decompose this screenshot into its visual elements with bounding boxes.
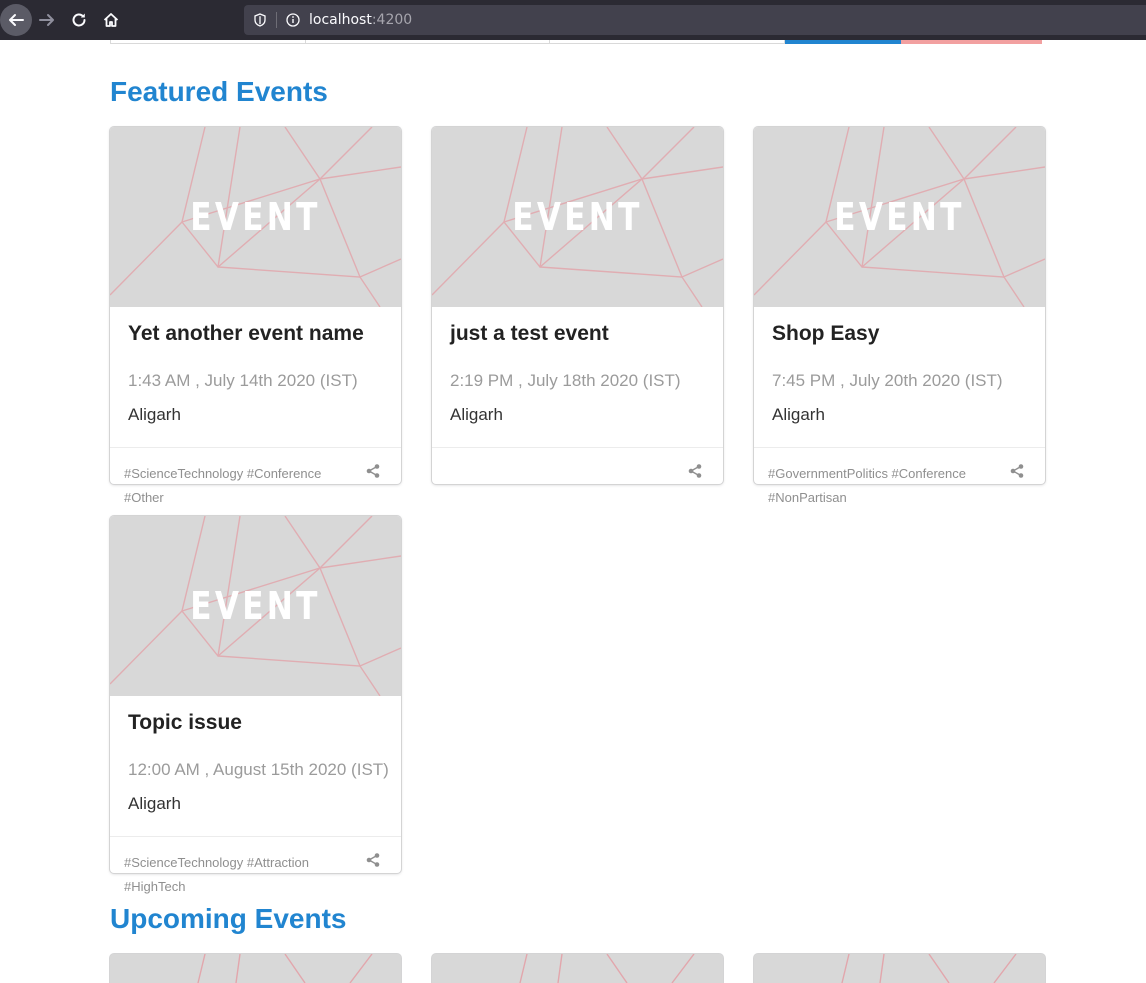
share-icon[interactable] [687,463,703,479]
share-icon[interactable] [365,463,381,479]
featured-events-title: Featured Events [110,76,328,107]
url-port: :4200 [371,12,413,28]
event-tags: #GovernmentPolitics #Conference #NonPart… [768,466,966,505]
address-bar[interactable]: localhost:4200 [244,5,1146,35]
event-placeholder-image: EVENT [110,516,401,696]
url-host: localhost [309,12,372,28]
event-tags: #ScienceTechnology #Attraction #HighTech [124,855,310,894]
event-time: 7:45 PM , July 20th 2020 (IST) [772,371,1003,390]
event-placeholder-text: EVENT [834,195,965,239]
upcoming-event-card[interactable] [110,954,401,983]
reload-icon [72,13,86,27]
arrow-right-icon [39,14,54,26]
upcoming-event-card[interactable] [432,954,723,983]
event-title[interactable]: just a test event [450,322,609,346]
browser-toolbar: localhost:4200 [0,0,1146,40]
upcoming-events-title: Upcoming Events [110,903,347,934]
event-card[interactable]: EVENT Shop Easy 7:45 PM , July 20th 2020… [754,127,1045,505]
share-icon[interactable] [365,852,381,868]
info-icon[interactable] [285,12,301,28]
reload-button[interactable] [63,4,95,36]
card-footer [432,447,723,484]
event-time: 1:43 AM , July 14th 2020 (IST) [128,371,358,390]
url-separator [276,12,277,28]
event-location: Aligarh [128,794,181,813]
event-placeholder-text: EVENT [512,195,643,239]
event-location: Aligarh [128,405,181,424]
home-icon [103,13,119,27]
arrow-left-icon [9,14,24,26]
location-field-edge [306,40,549,44]
forward-button[interactable] [31,4,63,36]
event-placeholder-image: EVENT [432,127,723,307]
event-title[interactable]: Topic issue [128,711,242,735]
event-placeholder-image: EVENT [110,127,401,307]
reset-button-edge[interactable] [901,40,1042,44]
shield-icon[interactable] [252,12,268,28]
event-title[interactable]: Yet another event name [128,322,364,346]
event-placeholder-image: EVENT [754,127,1045,307]
event-tags: #ScienceTechnology #Conference #Other [124,466,322,505]
back-button[interactable] [0,4,32,36]
home-button[interactable] [95,4,127,36]
event-time: 2:19 PM , July 18th 2020 (IST) [450,371,681,390]
search-button-edge[interactable] [785,40,901,44]
share-icon[interactable] [1009,463,1025,479]
event-location: Aligarh [450,405,503,424]
upcoming-event-card[interactable] [754,954,1045,983]
geometric-pattern [519,954,695,983]
event-placeholder-text: EVENT [190,195,321,239]
event-card[interactable]: EVENT Yet another event name 1:43 AM , J… [110,127,401,505]
event-title[interactable]: Shop Easy [772,322,879,346]
event-card[interactable]: EVENT Topic issue 12:00 AM , August 15th… [110,516,401,894]
event-card[interactable]: EVENT just a test event 2:19 PM , July 1… [432,127,723,484]
url-text: localhost:4200 [309,12,412,28]
search-field-edge [110,40,306,44]
event-placeholder-text: EVENT [190,584,321,628]
date-field-edge [549,40,785,44]
geometric-pattern [197,954,373,983]
event-location: Aligarh [772,405,825,424]
event-time: 12:00 AM , August 15th 2020 (IST) [128,760,389,779]
search-bar-remnant [110,40,1042,44]
geometric-pattern [841,954,1017,983]
